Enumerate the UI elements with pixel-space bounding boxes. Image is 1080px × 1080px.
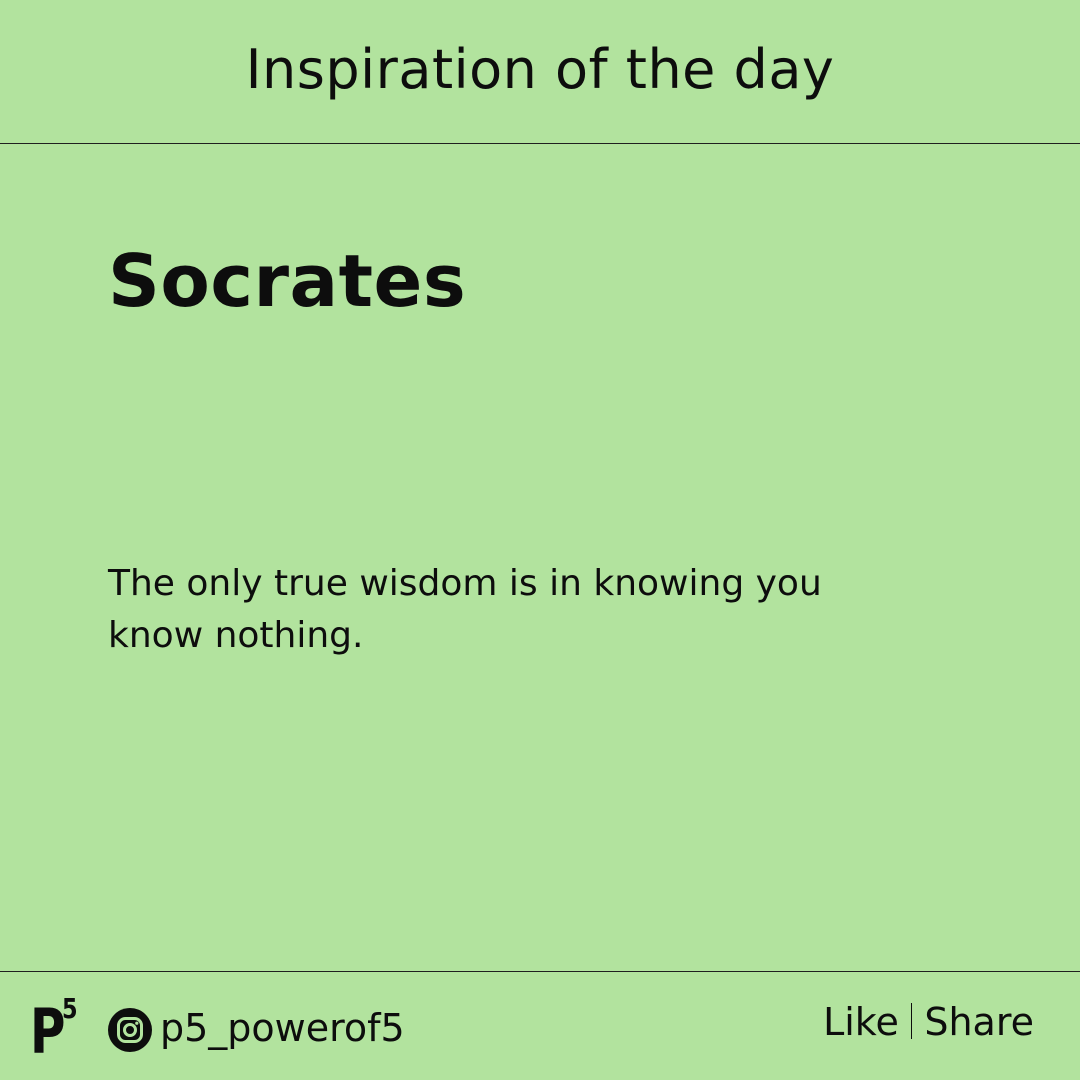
footer: P 5 p5_powerof5 Like Share [0,971,1080,1080]
like-button[interactable]: Like [823,1000,899,1044]
action-separator [910,1003,913,1039]
logo-superscript: 5 [62,992,78,1025]
quote-text: The only true wisdom is in knowing you k… [108,563,822,656]
actions: Like Share [823,998,1034,1046]
header: Inspiration of the day [0,0,1080,144]
share-button[interactable]: Share [924,1000,1034,1044]
instagram-icon[interactable] [108,1008,152,1052]
brand-logo: P 5 [30,994,90,1068]
quote-author: Socrates [108,239,467,323]
social-handle-link[interactable]: p5_powerof5 [160,1004,405,1052]
page-title: Inspiration of the day [245,38,835,101]
logo-letter: P [30,995,66,1068]
